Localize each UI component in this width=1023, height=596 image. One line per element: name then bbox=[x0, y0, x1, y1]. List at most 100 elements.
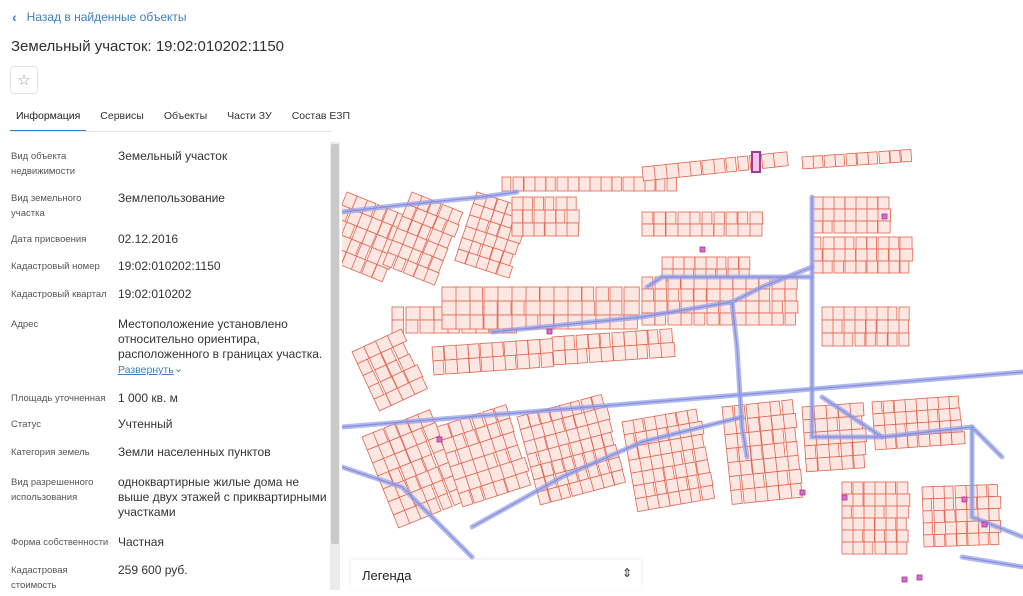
land-parcel[interactable] bbox=[441, 300, 457, 316]
land-parcel[interactable] bbox=[566, 209, 580, 224]
land-parcel[interactable] bbox=[898, 319, 909, 334]
land-parcel[interactable] bbox=[834, 153, 846, 168]
land-parcel[interactable] bbox=[497, 314, 513, 330]
land-parcel[interactable] bbox=[832, 332, 846, 347]
land-parcel[interactable] bbox=[874, 517, 887, 531]
land-parcel[interactable] bbox=[680, 312, 693, 326]
land-parcel[interactable] bbox=[899, 236, 913, 250]
land-parcel[interactable] bbox=[622, 176, 636, 192]
land-parcel[interactable] bbox=[719, 312, 734, 326]
land-parcel[interactable] bbox=[828, 443, 840, 458]
land-parcel[interactable] bbox=[784, 312, 796, 326]
land-parcel[interactable] bbox=[534, 176, 547, 192]
land-parcel[interactable] bbox=[653, 211, 666, 225]
land-parcel[interactable] bbox=[833, 248, 846, 262]
land-parcel[interactable] bbox=[943, 485, 954, 499]
land-parcel[interactable] bbox=[833, 260, 844, 274]
land-parcel[interactable] bbox=[907, 434, 919, 449]
tab-services[interactable]: Сервисы bbox=[94, 104, 150, 130]
land-parcel[interactable] bbox=[566, 196, 577, 211]
land-parcel[interactable] bbox=[896, 517, 907, 531]
land-parcel[interactable] bbox=[545, 176, 556, 192]
land-parcel[interactable] bbox=[676, 476, 689, 492]
land-parcel[interactable] bbox=[456, 358, 470, 374]
land-parcel[interactable] bbox=[899, 248, 914, 262]
land-parcel[interactable] bbox=[922, 498, 933, 512]
land-parcel[interactable] bbox=[682, 448, 695, 465]
land-parcel[interactable] bbox=[706, 312, 720, 326]
land-parcel[interactable] bbox=[978, 532, 989, 546]
land-parcel[interactable] bbox=[653, 223, 666, 237]
land-parcel[interactable] bbox=[888, 248, 901, 262]
land-parcel[interactable] bbox=[528, 353, 541, 369]
land-parcel[interactable] bbox=[632, 417, 645, 434]
land-parcel[interactable] bbox=[667, 288, 680, 302]
land-parcel[interactable] bbox=[885, 529, 897, 543]
land-parcel[interactable] bbox=[758, 300, 771, 314]
tab-composition[interactable]: Состав ЕЗП bbox=[286, 104, 356, 130]
land-parcel[interactable] bbox=[855, 236, 867, 250]
land-parcel[interactable] bbox=[922, 510, 933, 524]
land-parcel[interactable] bbox=[788, 468, 803, 485]
land-parcel[interactable] bbox=[511, 222, 524, 237]
chevron-down-icon[interactable]: ⌄ bbox=[174, 362, 183, 375]
land-parcel[interactable] bbox=[949, 407, 961, 421]
land-parcel[interactable] bbox=[455, 286, 471, 302]
land-parcel[interactable] bbox=[882, 400, 895, 414]
land-parcel[interactable] bbox=[863, 541, 874, 555]
land-parcel[interactable] bbox=[660, 342, 676, 358]
land-parcel[interactable] bbox=[635, 329, 649, 346]
land-parcel[interactable] bbox=[666, 176, 677, 192]
land-parcel[interactable] bbox=[742, 487, 757, 504]
land-parcel[interactable] bbox=[758, 288, 771, 302]
land-parcel[interactable] bbox=[877, 248, 889, 262]
land-parcel[interactable] bbox=[581, 300, 596, 316]
land-parcel[interactable] bbox=[950, 431, 966, 445]
land-parcel[interactable] bbox=[609, 300, 623, 316]
land-parcel[interactable] bbox=[581, 286, 595, 302]
land-parcel[interactable] bbox=[725, 211, 738, 225]
land-parcel[interactable] bbox=[567, 286, 582, 302]
land-parcel[interactable] bbox=[689, 211, 701, 225]
land-parcel[interactable] bbox=[432, 359, 445, 376]
land-parcel[interactable] bbox=[695, 459, 711, 476]
land-parcel[interactable] bbox=[419, 306, 435, 321]
land-parcel[interactable] bbox=[866, 248, 877, 262]
land-parcel[interactable] bbox=[431, 345, 445, 362]
land-parcel[interactable] bbox=[749, 223, 763, 237]
land-parcel[interactable] bbox=[661, 256, 675, 270]
land-parcel[interactable] bbox=[784, 300, 799, 314]
land-parcel[interactable] bbox=[405, 319, 419, 334]
land-parcel[interactable] bbox=[455, 314, 472, 330]
land-parcel[interactable] bbox=[771, 312, 784, 326]
land-parcel[interactable] bbox=[896, 529, 909, 543]
land-parcel[interactable] bbox=[832, 319, 843, 334]
land-parcel[interactable] bbox=[956, 533, 968, 547]
land-parcel[interactable] bbox=[812, 155, 824, 169]
land-parcel[interactable] bbox=[652, 467, 666, 483]
land-parcel[interactable] bbox=[575, 334, 589, 350]
land-parcel[interactable] bbox=[782, 412, 798, 430]
land-parcel[interactable] bbox=[866, 220, 878, 234]
land-parcel[interactable] bbox=[665, 223, 679, 237]
land-parcel[interactable] bbox=[874, 505, 885, 519]
land-parcel[interactable] bbox=[805, 457, 819, 473]
land-parcel[interactable] bbox=[680, 288, 694, 302]
land-parcel[interactable] bbox=[976, 484, 988, 498]
land-parcel[interactable] bbox=[772, 428, 785, 445]
land-parcel[interactable] bbox=[483, 314, 498, 330]
land-parcel[interactable] bbox=[567, 300, 584, 316]
land-parcel[interactable] bbox=[555, 209, 566, 224]
land-parcel[interactable] bbox=[525, 286, 540, 302]
land-parcel[interactable] bbox=[405, 306, 422, 321]
land-parcel[interactable] bbox=[865, 319, 877, 334]
land-parcel[interactable] bbox=[863, 517, 875, 531]
land-parcel[interactable] bbox=[845, 152, 858, 167]
land-parcel[interactable] bbox=[599, 332, 611, 349]
land-parcel[interactable] bbox=[766, 485, 781, 502]
land-parcel[interactable] bbox=[589, 176, 602, 192]
land-parcel[interactable] bbox=[883, 412, 897, 426]
land-parcel[interactable] bbox=[544, 209, 557, 224]
land-parcel[interactable] bbox=[686, 474, 700, 490]
land-parcel[interactable] bbox=[391, 306, 404, 321]
